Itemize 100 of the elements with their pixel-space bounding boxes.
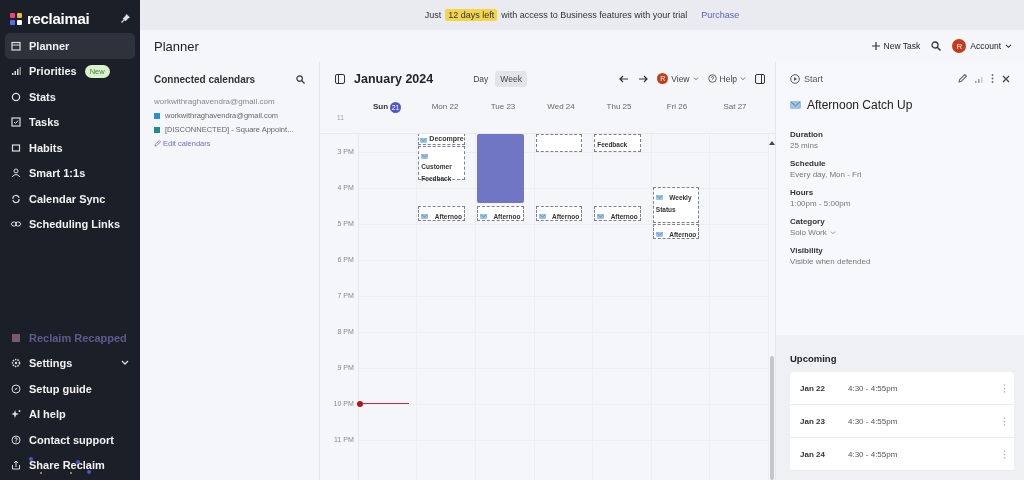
sidebar-item[interactable]: Settings <box>5 350 135 376</box>
page-title: Planner <box>154 38 199 54</box>
event-title: Afternoon Catch Up <box>807 98 913 112</box>
sparkle-icon <box>11 409 21 420</box>
panel-title: Connected calendars <box>154 74 256 85</box>
calendar-event[interactable] <box>476 134 524 204</box>
play-icon <box>790 73 800 84</box>
envelope-icon <box>420 138 428 144</box>
sidebar-item[interactable]: Share Reclaim <box>5 452 135 478</box>
field-value: Visible when defended <box>790 257 871 266</box>
upcoming-date: Jan 24 <box>800 449 826 459</box>
search-icon[interactable] <box>931 41 942 51</box>
sidebar-item[interactable]: AI help <box>5 401 135 427</box>
envelope-icon <box>421 214 429 219</box>
month-title: January 2024 <box>354 71 434 86</box>
field-value: 1:00pm - 5:00pm <box>790 199 851 208</box>
plus-icon <box>871 42 880 50</box>
panel-toggle-icon[interactable] <box>755 73 765 84</box>
upcoming-date: Jan 22 <box>800 383 826 393</box>
close-icon[interactable] <box>1002 74 1010 83</box>
habit-icon <box>11 142 21 153</box>
banner-text: Just <box>424 10 442 20</box>
field-value: 25 mins <box>790 141 818 150</box>
upcoming-time: 4:30 - 4:55pm <box>848 383 898 393</box>
more-vertical-icon[interactable] <box>991 74 994 83</box>
field-label: Hours <box>790 188 814 197</box>
day-name: Sun <box>372 102 389 111</box>
calendar-icon <box>11 40 21 51</box>
upcoming-time: 4:30 - 4:55pm <box>848 416 898 426</box>
chevron-down-icon <box>740 76 746 81</box>
sidebar-item[interactable]: Stats <box>5 84 135 110</box>
pencil-icon[interactable] <box>958 74 967 83</box>
day-header: Mon 22 <box>431 102 459 111</box>
sidebar-item[interactable]: Contact support <box>5 427 135 453</box>
account-email: workwithraghavendra@gmail.com <box>154 97 276 106</box>
search-icon[interactable] <box>296 75 305 84</box>
pencil-icon <box>154 140 161 147</box>
banner-text: with access to Business features with your trial <box>501 10 688 20</box>
sidebar-item[interactable]: Scheduling Links <box>5 211 135 237</box>
day-header: Fri 26 <box>666 102 688 111</box>
people-icon <box>11 168 21 179</box>
purchase-link[interactable]: Purchase <box>701 10 740 20</box>
avatar: R <box>952 39 967 53</box>
bar-chart-icon <box>11 66 21 77</box>
bar-chart-icon[interactable] <box>975 74 983 83</box>
calendar-event[interactable] <box>535 134 583 152</box>
sidebar-item[interactable]: Planner <box>5 33 135 59</box>
help-icon <box>707 74 717 83</box>
days-left-badge: 12 days left <box>445 9 498 21</box>
section-title: Upcoming <box>790 353 838 364</box>
envelope-icon <box>790 101 801 109</box>
envelope-icon <box>655 232 663 237</box>
account-menu[interactable]: R Account <box>952 39 1012 53</box>
sidebar-item[interactable]: Calendar Sync <box>5 186 135 212</box>
sidebar-item[interactable]: Tasks <box>5 109 135 135</box>
field-value: Every day, Mon - Fri <box>790 170 862 179</box>
settings-icon <box>11 358 21 369</box>
link-icon <box>11 219 21 230</box>
upcoming-time: 4:30 - 4:55pm <box>848 449 898 459</box>
pin-icon[interactable] <box>121 14 130 23</box>
field-label: Category <box>790 217 825 226</box>
envelope-icon <box>655 194 663 200</box>
sidebar-item[interactable]: Habits <box>5 135 135 161</box>
sidebar-item[interactable]: Smart 1:1s <box>5 160 135 186</box>
chevron-down-icon <box>121 360 129 367</box>
field-label: Schedule <box>790 159 826 168</box>
arrow-right-icon[interactable] <box>638 74 649 83</box>
compass-icon <box>11 383 21 394</box>
envelope-icon <box>479 214 487 219</box>
logo-icon <box>10 12 22 25</box>
category-dropdown[interactable]: Solo Work <box>790 228 836 237</box>
day-header: Thu 25 <box>606 102 632 111</box>
sync-icon <box>11 193 21 204</box>
circle-icon <box>11 91 21 102</box>
envelope-icon <box>538 214 546 219</box>
help-icon <box>11 434 21 445</box>
view-tab[interactable]: Week <box>495 70 527 87</box>
day-header: Tue 23 <box>490 102 516 111</box>
view-tab[interactable]: Day <box>468 70 494 87</box>
start-button[interactable]: Start <box>790 73 823 84</box>
envelope-icon <box>597 214 605 219</box>
sidebar-item[interactable]: Setup guide <box>5 376 135 402</box>
new-task-button[interactable]: New Task <box>871 41 921 51</box>
field-label: Visibility <box>790 246 823 255</box>
chevron-down-icon <box>829 230 836 235</box>
logo-text: reclaimai <box>27 10 90 27</box>
arrow-left-icon[interactable] <box>619 74 630 83</box>
chevron-down-icon <box>1005 43 1012 49</box>
scroll-up-icon[interactable] <box>769 141 775 145</box>
share-icon <box>11 460 21 471</box>
day-header: Sat 27 <box>723 102 747 111</box>
chevron-down-icon <box>692 76 699 81</box>
scrollbar-thumb[interactable] <box>770 356 774 480</box>
day-header: Wed 24 <box>547 102 575 111</box>
upcoming-date: Jan 23 <box>800 416 826 426</box>
sidebar-toggle-icon[interactable] <box>335 73 345 84</box>
checkbox-icon <box>11 117 21 128</box>
field-label: Duration <box>790 130 823 139</box>
help-menu[interactable]: Help <box>707 73 746 84</box>
envelope-icon <box>421 154 429 160</box>
